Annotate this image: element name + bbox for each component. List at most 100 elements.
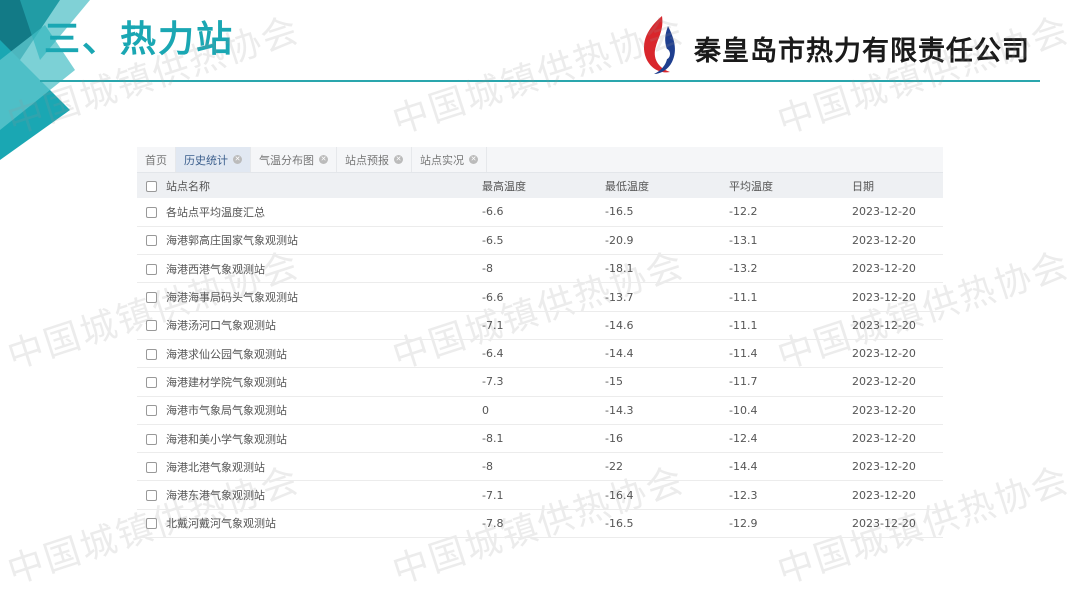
date: 2023-12-20 xyxy=(852,375,916,389)
row-checkbox[interactable] xyxy=(146,518,157,530)
row-check-cell xyxy=(137,311,166,339)
min-temp: -22 xyxy=(605,460,623,474)
min-temp: -20.9 xyxy=(605,233,634,247)
max-temp: -8 xyxy=(482,460,493,474)
date: 2023-12-20 xyxy=(852,262,916,276)
table-row[interactable]: 海港郭高庄国家气象观测站 -6.5 -20.9 -13.1 2023-12-20 xyxy=(137,226,943,255)
avg-temp: -12.2 xyxy=(729,205,758,219)
header-date[interactable]: 日期 xyxy=(852,173,943,198)
min-temp: -16.4 xyxy=(605,488,634,502)
close-icon[interactable]: ✕ xyxy=(394,155,403,164)
select-all-checkbox[interactable] xyxy=(146,180,157,192)
max-temp: -6.6 xyxy=(482,205,504,219)
row-check-cell xyxy=(137,424,166,452)
min-temp: -16 xyxy=(605,432,623,446)
station-name: 海港市气象局气象观测站 xyxy=(166,404,287,418)
date: 2023-12-20 xyxy=(852,516,916,530)
tab-label: 气温分布图 xyxy=(259,153,314,167)
station-name: 海港东港气象观测站 xyxy=(166,489,265,503)
history-stats-panel: 首页 历史统计 ✕ 气温分布图 ✕ 站点预报 ✕ 站点实况 ✕ 站点名称 最高温… xyxy=(137,147,943,538)
row-checkbox[interactable] xyxy=(146,405,157,417)
row-checkbox[interactable] xyxy=(146,433,157,445)
date: 2023-12-20 xyxy=(852,460,916,474)
table-row[interactable]: 海港和美小学气象观测站 -8.1 -16 -12.4 2023-12-20 xyxy=(137,424,943,453)
row-check-cell xyxy=(137,368,166,396)
avg-temp: -12.9 xyxy=(729,516,758,530)
table-row[interactable]: 海港市气象局气象观测站 0 -14.3 -10.4 2023-12-20 xyxy=(137,396,943,425)
station-name: 北戴河戴河气象观测站 xyxy=(166,517,276,531)
header-max-temp[interactable]: 最高温度 xyxy=(482,173,605,198)
date: 2023-12-20 xyxy=(852,205,916,219)
max-temp: -6.5 xyxy=(482,233,504,247)
date: 2023-12-20 xyxy=(852,318,916,332)
row-check-cell xyxy=(137,283,166,311)
row-checkbox[interactable] xyxy=(146,320,157,332)
close-icon[interactable]: ✕ xyxy=(319,155,328,164)
row-check-cell xyxy=(137,396,166,424)
row-check-cell xyxy=(137,339,166,367)
date: 2023-12-20 xyxy=(852,347,916,361)
date: 2023-12-20 xyxy=(852,488,916,502)
max-temp: -8 xyxy=(482,262,493,276)
row-check-cell xyxy=(137,453,166,481)
tab-station-live[interactable]: 站点实况 ✕ xyxy=(412,147,487,172)
tab-station-forecast[interactable]: 站点预报 ✕ xyxy=(337,147,412,172)
table-row[interactable]: 海港建材学院气象观测站 -7.3 -15 -11.7 2023-12-20 xyxy=(137,368,943,397)
table-row[interactable]: 海港求仙公园气象观测站 -6.4 -14.4 -11.4 2023-12-20 xyxy=(137,339,943,368)
row-check-cell xyxy=(137,198,166,226)
avg-temp: -11.4 xyxy=(729,347,758,361)
close-icon[interactable]: ✕ xyxy=(233,155,242,164)
min-temp: -13.7 xyxy=(605,290,634,304)
table-row[interactable]: 海港东港气象观测站 -7.1 -16.4 -12.3 2023-12-20 xyxy=(137,481,943,510)
header-station-name[interactable]: 站点名称 xyxy=(166,173,482,198)
header-min-temp[interactable]: 最低温度 xyxy=(605,173,729,198)
table-row[interactable]: 各站点平均温度汇总 -6.6 -16.5 -12.2 2023-12-20 xyxy=(137,198,943,227)
table-row[interactable]: 海港西港气象观测站 -8 -18.1 -13.2 2023-12-20 xyxy=(137,255,943,283)
row-check-cell xyxy=(137,226,166,254)
table-row[interactable]: 海港海事局码头气象观测站 -6.6 -13.7 -11.1 2023-12-20 xyxy=(137,283,943,312)
tab-bar: 首页 历史统计 ✕ 气温分布图 ✕ 站点预报 ✕ 站点实况 ✕ xyxy=(137,147,943,173)
row-checkbox[interactable] xyxy=(146,263,157,275)
min-temp: -14.4 xyxy=(605,347,634,361)
tab-history-stats[interactable]: 历史统计 ✕ xyxy=(176,147,251,172)
row-checkbox[interactable] xyxy=(146,235,157,247)
tab-label: 站点预报 xyxy=(345,153,389,167)
title-divider xyxy=(40,80,1040,82)
max-temp: 0 xyxy=(482,403,489,417)
date: 2023-12-20 xyxy=(852,290,916,304)
table-row[interactable]: 海港北港气象观测站 -8 -22 -14.4 2023-12-20 xyxy=(137,453,943,481)
row-checkbox[interactable] xyxy=(146,348,157,360)
max-temp: -7.1 xyxy=(482,318,504,332)
table-row[interactable]: 北戴河戴河气象观测站 -7.8 -16.5 -12.9 2023-12-20 xyxy=(137,509,943,538)
tab-temperature-map[interactable]: 气温分布图 ✕ xyxy=(251,147,337,172)
station-name: 海港汤河口气象观测站 xyxy=(166,319,276,333)
table-row[interactable]: 海港汤河口气象观测站 -7.1 -14.6 -11.1 2023-12-20 xyxy=(137,311,943,340)
station-name: 海港北港气象观测站 xyxy=(166,460,265,474)
avg-temp: -12.3 xyxy=(729,488,758,502)
row-checkbox[interactable] xyxy=(146,292,157,304)
station-name: 海港西港气象观测站 xyxy=(166,262,265,276)
min-temp: -16.5 xyxy=(605,516,634,530)
close-icon[interactable]: ✕ xyxy=(469,155,478,164)
row-checkbox[interactable] xyxy=(146,490,157,502)
max-temp: -6.6 xyxy=(482,290,504,304)
row-check-cell xyxy=(137,481,166,509)
date: 2023-12-20 xyxy=(852,403,916,417)
row-checkbox[interactable] xyxy=(146,461,157,473)
row-checkbox[interactable] xyxy=(146,206,157,218)
tab-label: 首页 xyxy=(145,153,167,167)
tab-home[interactable]: 首页 xyxy=(137,147,176,172)
header-avg-temp[interactable]: 平均温度 xyxy=(729,173,852,198)
avg-temp: -14.4 xyxy=(729,460,758,474)
min-temp: -14.6 xyxy=(605,318,634,332)
avg-temp: -13.2 xyxy=(729,262,758,276)
max-temp: -7.3 xyxy=(482,375,504,389)
company-logo-icon xyxy=(643,16,675,74)
row-checkbox[interactable] xyxy=(146,376,157,388)
company-name: 秦皇岛市热力有限责任公司 xyxy=(694,36,1030,67)
date: 2023-12-20 xyxy=(852,233,916,247)
max-temp: -6.4 xyxy=(482,347,504,361)
max-temp: -8.1 xyxy=(482,432,504,446)
station-name: 各站点平均温度汇总 xyxy=(166,205,265,219)
row-check-cell xyxy=(137,509,166,537)
